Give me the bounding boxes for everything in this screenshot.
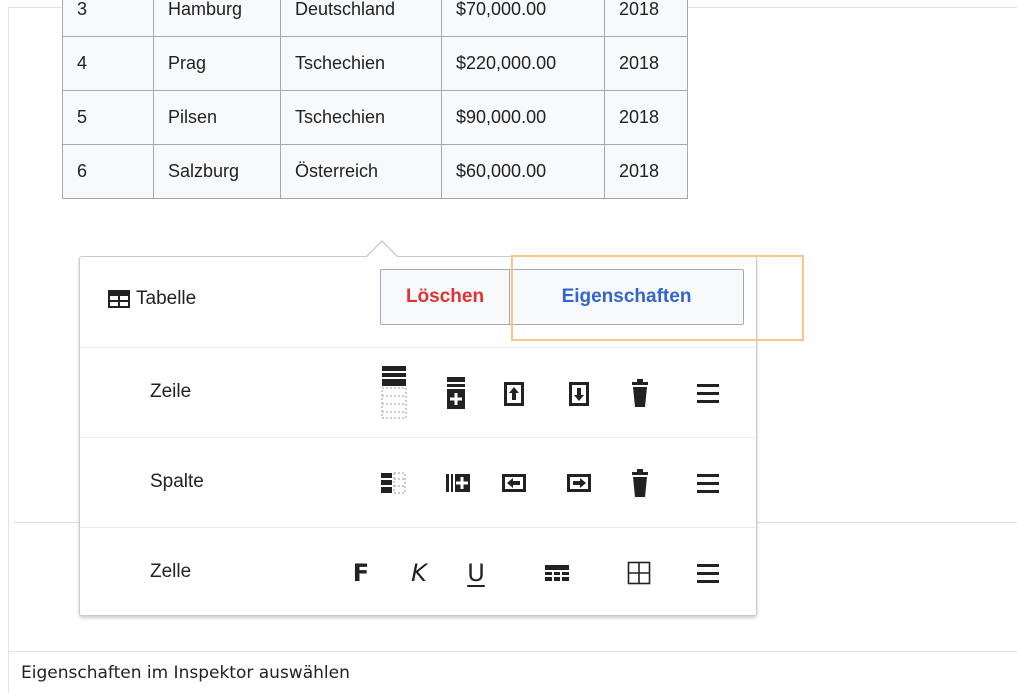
- select-row-icon[interactable]: [380, 364, 408, 422]
- row-label: Zeile: [150, 381, 192, 402]
- table-cell[interactable]: 4: [62, 36, 154, 91]
- table-cell[interactable]: 6: [62, 144, 154, 199]
- row-menu-icon[interactable]: [697, 383, 719, 403]
- table-cell[interactable]: 2018: [604, 0, 688, 37]
- move-row-up-icon[interactable]: [503, 381, 525, 407]
- image-caption: Eigenschaften im Inspektor auswählen: [21, 663, 350, 683]
- delete-row-icon[interactable]: [631, 378, 649, 408]
- column-section: Spalte: [80, 437, 756, 528]
- table-cell[interactable]: 2018: [604, 90, 688, 145]
- insert-column-icon[interactable]: [445, 473, 471, 493]
- italic-button[interactable]: K: [406, 558, 432, 588]
- table-icon: [108, 290, 130, 308]
- cell-section: Zelle F K U: [80, 527, 756, 616]
- table-cell[interactable]: Pilsen: [153, 90, 281, 145]
- underline-button[interactable]: U: [462, 558, 490, 588]
- column-menu-icon[interactable]: [697, 473, 719, 493]
- frame-left-border: [8, 7, 9, 693]
- move-column-right-icon[interactable]: [566, 473, 592, 493]
- bold-button[interactable]: F: [348, 558, 374, 588]
- table-cell[interactable]: 5: [62, 90, 154, 145]
- popup-caret-inner: [367, 242, 397, 257]
- caption-divider: [8, 651, 1017, 652]
- merge-cells-icon[interactable]: [544, 564, 570, 582]
- cell-label: Zelle: [150, 561, 192, 582]
- highlight-annotation-box: [511, 255, 804, 341]
- move-column-left-icon[interactable]: [501, 473, 527, 493]
- table-cell[interactable]: Österreich: [280, 144, 442, 199]
- table-row[interactable]: 3 Hamburg Deutschland $70,000.00 2018: [62, 0, 688, 37]
- table-row[interactable]: 6 Salzburg Österreich $60,000.00 2018: [62, 144, 688, 199]
- table-cell[interactable]: Deutschland: [280, 0, 442, 37]
- move-row-down-icon[interactable]: [568, 381, 590, 407]
- table-cell[interactable]: Hamburg: [153, 0, 281, 37]
- row-section: Zeile: [80, 347, 756, 438]
- table-cell[interactable]: Tschechien: [280, 36, 442, 91]
- table-row[interactable]: 5 Pilsen Tschechien $90,000.00 2018: [62, 90, 688, 145]
- insert-row-icon[interactable]: [446, 376, 466, 410]
- data-table: 3 Hamburg Deutschland $70,000.00 2018 4 …: [62, 0, 688, 199]
- table-cell[interactable]: Tschechien: [280, 90, 442, 145]
- table-cell[interactable]: $70,000.00: [441, 0, 605, 37]
- table-cell[interactable]: $60,000.00: [441, 144, 605, 199]
- cell-menu-icon[interactable]: [697, 563, 719, 583]
- table-cell[interactable]: 3: [62, 0, 154, 37]
- table-cell[interactable]: 2018: [604, 36, 688, 91]
- table-borders-icon[interactable]: [627, 561, 651, 585]
- table-cell[interactable]: Prag: [153, 36, 281, 91]
- table-cell[interactable]: Salzburg: [153, 144, 281, 199]
- table-cell[interactable]: 2018: [604, 144, 688, 199]
- table-cell[interactable]: $90,000.00: [441, 90, 605, 145]
- column-label: Spalte: [150, 471, 204, 492]
- table-row[interactable]: 4 Prag Tschechien $220,000.00 2018: [62, 36, 688, 91]
- select-column-icon[interactable]: [380, 472, 406, 494]
- delete-column-icon[interactable]: [631, 468, 649, 498]
- table-cell[interactable]: $220,000.00: [441, 36, 605, 91]
- popup-title-label: Tabelle: [136, 288, 197, 309]
- popup-title: Tabelle: [108, 288, 196, 310]
- delete-table-button[interactable]: Löschen: [380, 269, 510, 325]
